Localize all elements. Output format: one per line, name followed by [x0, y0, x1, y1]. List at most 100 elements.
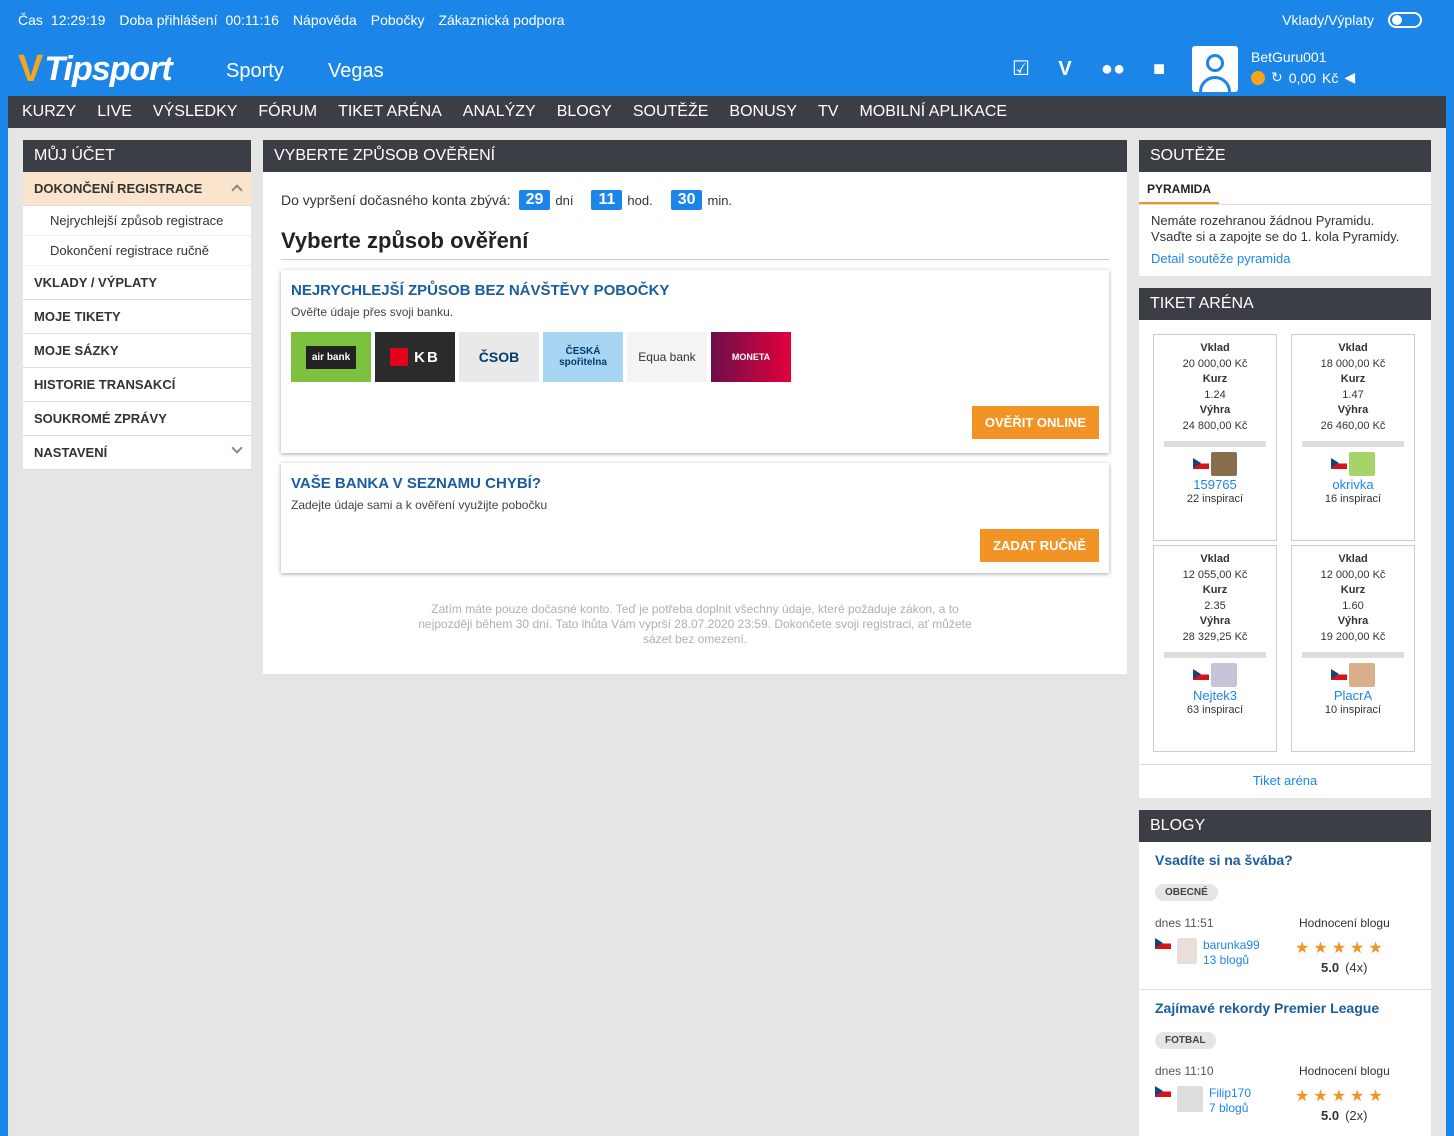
- tickets-icon[interactable]: ☑: [1008, 56, 1034, 82]
- rating-stars-icon: ★★★★★: [1295, 1088, 1387, 1105]
- czech-flag-icon: [1155, 938, 1171, 949]
- user-avatar: [1211, 451, 1237, 476]
- ticket-inspirations: 22 inspirací: [1186, 493, 1244, 506]
- timer-minutes-unit: min.: [707, 192, 733, 208]
- tiket-arena-link[interactable]: Tiket aréna: [1139, 764, 1431, 798]
- blog-category[interactable]: OBECNÉ: [1155, 884, 1218, 901]
- chevron-up-icon: [231, 184, 243, 196]
- login-duration-value: 00:11:16: [225, 12, 279, 28]
- nav-bonusy[interactable]: BONUSY: [729, 103, 797, 121]
- blogs-title: BLOGY: [1139, 810, 1431, 842]
- arena-box: Vklad 20 000,00 Kč Kurz 1.24 Výhra 24 800,0…: [1139, 320, 1431, 798]
- refresh-icon[interactable]: ↻: [1271, 69, 1283, 86]
- tipsport-v-icon[interactable]: V: [1052, 56, 1078, 82]
- page-title: Vyberte způsob ověření: [281, 228, 529, 253]
- ticket-card[interactable]: Vklad 12 000,00 Kč Kurz 1.60 Výhra 19 200,0…: [1291, 545, 1415, 752]
- nav-tv[interactable]: TV: [818, 103, 838, 121]
- blogs-box: Vsadíte si na švába? OBECNÉ dnes 11:51 H…: [1139, 842, 1431, 1136]
- time-value: 12:29:19: [50, 12, 106, 28]
- menu-historie-transakci[interactable]: HISTORIE TRANSAKCÍ: [23, 368, 251, 402]
- ticket-card[interactable]: Vklad 18 000,00 Kč Kurz 1.47 Výhra 26 460,0…: [1291, 334, 1415, 541]
- rating-stars-icon: ★★★★★: [1295, 940, 1387, 957]
- nav-forum[interactable]: FÓRUM: [258, 103, 317, 121]
- nav-analyzy[interactable]: ANALÝZY: [463, 103, 536, 121]
- nav-blogy[interactable]: BLOGY: [557, 103, 612, 121]
- menu-moje-sazky[interactable]: MOJE SÁZKY: [23, 334, 251, 368]
- account-title: MŮJ ÚČET: [23, 140, 251, 172]
- ticket-author[interactable]: 159765: [1154, 477, 1276, 493]
- blog-time: dnes 11:51: [1155, 916, 1214, 930]
- menu-soukrome-zpravy[interactable]: SOUKROMÉ ZPRÁVY: [23, 402, 251, 436]
- nav-live[interactable]: LIVE: [97, 103, 132, 121]
- czech-flag-icon: [1155, 1086, 1171, 1097]
- nav-tiket-arena[interactable]: TIKET ARÉNA: [338, 103, 442, 121]
- blog-item: Vsadíte si na švába? OBECNÉ dnes 11:51 H…: [1139, 842, 1431, 990]
- user-avatar: [1211, 662, 1237, 687]
- ticket-author[interactable]: PlacrA: [1292, 688, 1414, 704]
- chevron-down-icon: [231, 442, 243, 454]
- ticket-card[interactable]: Vklad 12 055,00 Kč Kurz 2.35 Výhra 28 329,2…: [1153, 545, 1277, 752]
- blog-author-count[interactable]: 13 blogů: [1203, 953, 1260, 968]
- verify-online-button[interactable]: OVĚŘIT ONLINE: [971, 406, 1099, 439]
- deposits-toggle[interactable]: [1388, 12, 1422, 28]
- help-link[interactable]: Nápověda: [293, 12, 357, 28]
- nav-souteze[interactable]: SOUTĚŽE: [633, 103, 709, 121]
- bank-moneta[interactable]: MONETA: [711, 332, 791, 382]
- nav-kurzy[interactable]: KURZY: [22, 103, 76, 121]
- username[interactable]: BetGuru001: [1251, 49, 1327, 65]
- header: V Tipsport Sporty Vegas ☑ V ●● ■ BetGuru0…: [0, 40, 1454, 96]
- competitions-title: SOUTĚŽE: [1139, 140, 1431, 172]
- blog-item: Zajímavé rekordy Premier League FOTBAL d…: [1139, 990, 1431, 1136]
- blog-author: barunka99 13 blogů: [1155, 938, 1260, 968]
- online-verification-card: NEJRYCHLEJŠÍ ZPŮSOB BEZ NÁVŠTĚVY POBOČKY…: [281, 270, 1109, 453]
- ticket-author[interactable]: Nejtek3: [1154, 688, 1276, 704]
- tipsport-logo[interactable]: V Tipsport: [18, 48, 173, 91]
- right-sidebar: SOUTĚŽE PYRAMIDA Nemáte rozehranou žádno…: [1139, 140, 1431, 1136]
- timer-days-unit: dní: [555, 192, 574, 208]
- menu-dokonceni-registrace[interactable]: DOKONČENÍ REGISTRACE: [23, 172, 251, 206]
- blog-author-name[interactable]: Filip170: [1209, 1086, 1251, 1101]
- avatar[interactable]: [1192, 46, 1238, 92]
- bank-equa[interactable]: Equa bank: [627, 332, 707, 382]
- timer-label: Do vypršení dočasného konta zbývá:: [281, 192, 511, 208]
- online-text: Ověřte údaje přes svoji banku.: [291, 305, 454, 319]
- submenu-fast-registration[interactable]: Nejrychlejší způsob registrace: [23, 206, 251, 236]
- nav-vysledky[interactable]: VÝSLEDKY: [153, 103, 237, 121]
- nav-sporty[interactable]: Sporty: [226, 60, 284, 83]
- blog-score: 5.0 (4x): [1321, 960, 1368, 975]
- branches-link[interactable]: Pobočky: [371, 12, 425, 28]
- menu-vklady-vyplaty[interactable]: VKLADY / VÝPLATY: [23, 266, 251, 300]
- time-label: Čas: [18, 12, 43, 28]
- divider: [281, 259, 1109, 260]
- balance-value: 0,00: [1288, 69, 1316, 86]
- bank-ceska-sporitelna[interactable]: ČESKÁ spořitelna: [543, 332, 623, 382]
- bank-airbank[interactable]: air bank: [291, 332, 371, 382]
- bank-kb[interactable]: KB: [375, 332, 455, 382]
- blog-title[interactable]: Vsadíte si na švába?: [1155, 852, 1415, 868]
- nav-vegas[interactable]: Vegas: [328, 60, 384, 83]
- messages-icon[interactable]: ■: [1146, 56, 1172, 82]
- bank-csob[interactable]: ČSOB: [459, 332, 539, 382]
- deposits-label: Vklady/Výplaty: [1282, 12, 1374, 28]
- submenu-manual-registration[interactable]: Dokončení registrace ručně: [23, 236, 251, 266]
- friends-icon[interactable]: ●●: [1100, 56, 1126, 82]
- tab-pyramida[interactable]: PYRAMIDA: [1139, 172, 1220, 204]
- timer-days: 29: [518, 190, 551, 210]
- ticket-card[interactable]: Vklad 20 000,00 Kč Kurz 1.24 Výhra 24 800,0…: [1153, 334, 1277, 541]
- blog-title[interactable]: Zajímavé rekordy Premier League: [1155, 1000, 1415, 1016]
- support-link[interactable]: Zákaznická podpora: [438, 12, 564, 28]
- menu-moje-tikety[interactable]: MOJE TIKETY: [23, 300, 251, 334]
- czech-flag-icon: [1331, 669, 1347, 681]
- enter-manually-button[interactable]: ZADAT RUČNĚ: [980, 529, 1099, 562]
- coin-icon: [1251, 70, 1265, 85]
- caret-left-icon[interactable]: ◀: [1344, 69, 1355, 86]
- blog-author-name[interactable]: barunka99: [1203, 938, 1260, 953]
- menu-nastaveni[interactable]: NASTAVENÍ: [23, 436, 251, 470]
- blog-author-count[interactable]: 7 blogů: [1209, 1101, 1251, 1116]
- nav-mobilni-aplikace[interactable]: MOBILNÍ APLIKACE: [859, 103, 1007, 121]
- blog-time: dnes 11:10: [1155, 1064, 1214, 1078]
- ticket-author[interactable]: okrivka: [1292, 477, 1414, 493]
- blog-category[interactable]: FOTBAL: [1155, 1032, 1216, 1049]
- pyramida-detail-link[interactable]: Detail soutěže pyramida: [1139, 245, 1431, 276]
- content-area: MŮJ ÚČET DOKONČENÍ REGISTRACE Nejrychlej…: [8, 128, 1446, 1136]
